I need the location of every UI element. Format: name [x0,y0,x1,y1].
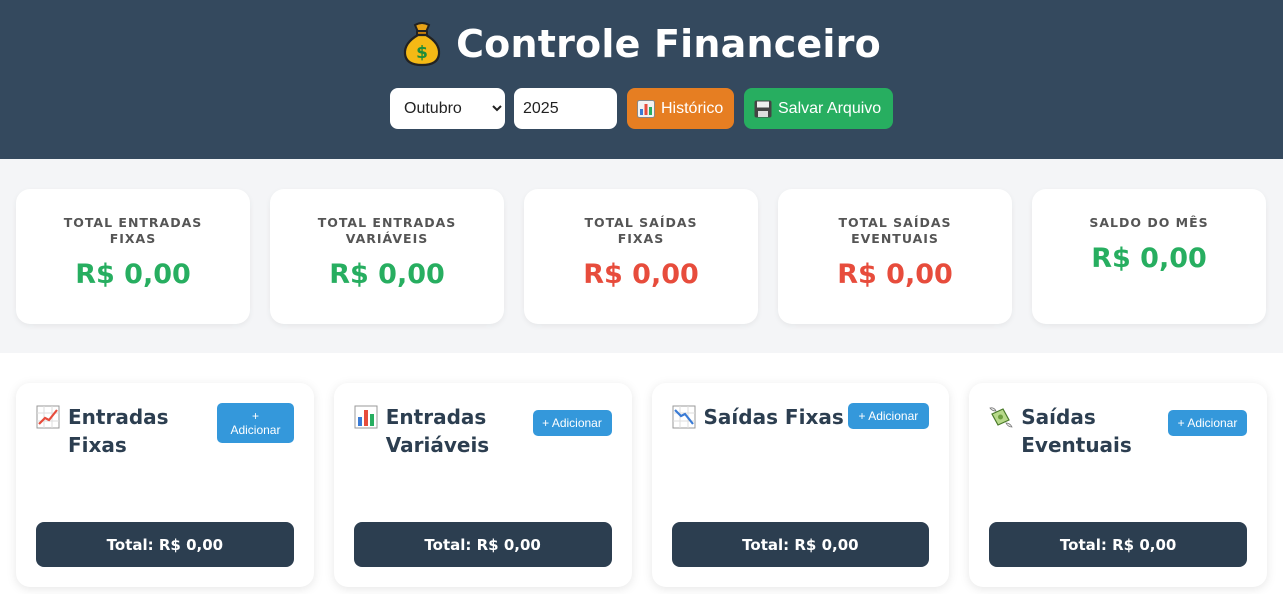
add-fixed-income-button[interactable]: + Adicionar [217,403,294,443]
title-row: $ Controle Financeiro [402,20,881,68]
panel-header: Saídas Eventuais + Adicionar [989,403,1247,459]
summary-card-label: Total Entradas Fixas [63,215,203,246]
save-file-button-label: Salvar Arquivo [778,99,882,117]
summary-card-total-variable-income: Total Entradas Variáveis R$ 0,00 [270,189,504,324]
summary-card-value: R$ 0,00 [329,259,445,290]
panel-variable-income: Entradas Variáveis + Adicionar Total: R$… [333,383,632,587]
summary-card-label: Total Saídas Fixas [584,215,698,246]
summary-cards: Total Entradas Fixas R$ 0,00 Total Entra… [0,159,1283,353]
summary-card-value: R$ 0,00 [1091,243,1207,274]
summary-card-label: Total Saídas Eventuais [838,215,952,246]
bar-chart-icon [637,99,655,118]
panel-title-text: Saídas Fixas [703,405,844,429]
panel-title: Saídas Eventuais [989,403,1139,459]
panel-fixed-expenses: Saídas Fixas + Adicionar Total: R$ 0,00 [651,383,950,587]
year-input[interactable] [514,88,617,129]
panel-title-text: Entradas Variáveis [385,405,490,457]
panel-title: Saídas Fixas [672,403,844,431]
summary-card-total-occasional-expenses: Total Saídas Eventuais R$ 0,00 [778,189,1012,324]
summary-card-label: Total Entradas Variáveis [317,215,457,246]
panel-title-text: Saídas Eventuais [1021,405,1132,457]
svg-text:$: $ [416,43,428,63]
bar-chart-icon [354,405,378,429]
panel-title: Entradas Variáveis [354,403,504,459]
month-select[interactable]: Outubro [390,88,505,129]
panel-header: Entradas Variáveis + Adicionar [354,403,612,459]
summary-card-value: R$ 0,00 [75,259,191,290]
money-with-wings-icon [989,405,1013,429]
panel-title: Entradas Fixas [36,403,217,459]
panel-total: Total: R$ 0,00 [671,522,930,567]
panel-header: Saídas Fixas + Adicionar [672,403,930,431]
history-button[interactable]: Histórico [627,88,734,129]
panel-header: Entradas Fixas + Adicionar [36,403,294,459]
panel-total: Total: R$ 0,00 [989,522,1247,567]
app-header: $ Controle Financeiro Outubro Histórico [0,0,1283,159]
period-controls: Outubro Histórico Salv [390,88,893,129]
chart-increasing-icon [36,405,60,429]
add-fixed-expense-button[interactable]: + Adicionar [847,403,930,429]
chart-decreasing-icon [672,405,696,429]
money-bag-icon: $ [402,21,442,67]
category-panels: Entradas Fixas + Adicionar Total: R$ 0,0… [0,353,1283,594]
summary-card-month-balance: Saldo do Mês R$ 0,00 [1032,189,1266,324]
page-title: Controle Financeiro [456,22,881,66]
summary-card-label: Saldo do Mês [1089,215,1209,230]
panel-total: Total: R$ 0,00 [353,522,612,567]
panel-fixed-income: Entradas Fixas + Adicionar Total: R$ 0,0… [16,383,314,587]
floppy-disk-icon [754,100,772,118]
panel-total: Total: R$ 0,00 [36,522,294,567]
add-variable-income-button[interactable]: + Adicionar [532,410,612,436]
summary-card-total-fixed-expenses: Total Saídas Fixas R$ 0,00 [524,189,758,324]
panel-title-text: Entradas Fixas [68,405,169,457]
summary-card-value: R$ 0,00 [837,259,953,290]
panel-occasional-expenses: Saídas Eventuais + Adicionar Total: R$ 0… [969,383,1267,587]
summary-card-total-fixed-income: Total Entradas Fixas R$ 0,00 [16,189,250,324]
save-file-button[interactable]: Salvar Arquivo [744,88,893,129]
history-button-label: Histórico [661,99,724,117]
add-occasional-expense-button[interactable]: + Adicionar [1168,410,1247,436]
summary-card-value: R$ 0,00 [583,259,699,290]
